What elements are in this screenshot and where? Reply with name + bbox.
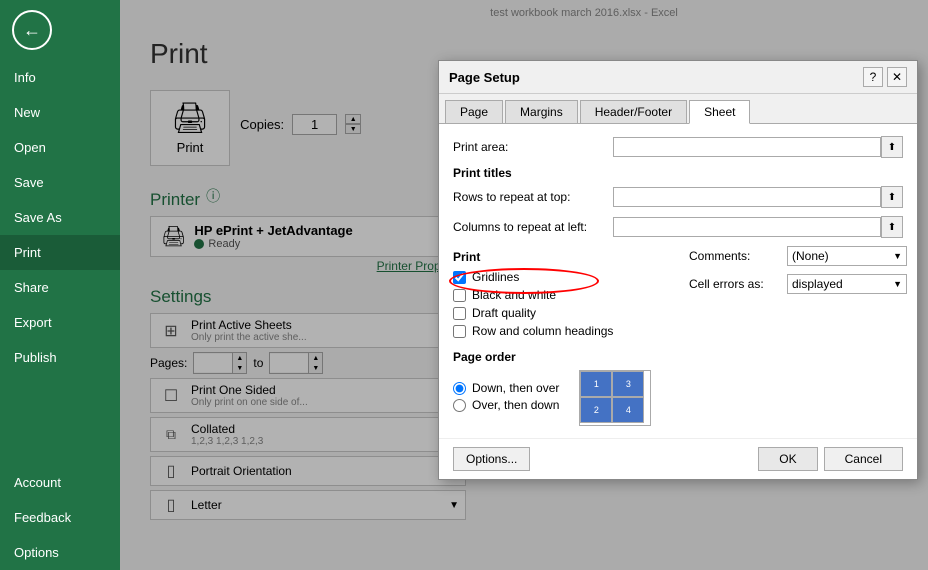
over-then-down-label: Over, then down bbox=[472, 398, 559, 412]
dialog-footer: Options... OK Cancel bbox=[439, 438, 917, 479]
page-order-label: Page order bbox=[453, 350, 903, 364]
cols-repeat-row: Columns to repeat at left: ⬆ bbox=[453, 216, 903, 238]
dialog-overlay: Page Setup ? ✕ Page Margins Header/Foote… bbox=[120, 0, 928, 570]
rows-repeat-label: Rows to repeat at top: bbox=[453, 190, 613, 204]
print-section-label: Print bbox=[453, 250, 653, 264]
sidebar-item-feedback[interactable]: Feedback bbox=[0, 500, 120, 535]
sidebar-item-publish[interactable]: Publish bbox=[0, 340, 120, 375]
comments-select[interactable]: (None) ▼ bbox=[787, 246, 907, 266]
draft-quality-checkbox[interactable] bbox=[453, 307, 466, 320]
gridlines-label: Gridlines bbox=[472, 270, 519, 284]
comments-label: Comments: bbox=[689, 249, 779, 263]
tab-page[interactable]: Page bbox=[445, 100, 503, 123]
over-then-down-radio[interactable] bbox=[453, 399, 466, 412]
comments-row: Comments: (None) ▼ bbox=[689, 246, 907, 266]
black-white-checkbox[interactable] bbox=[453, 289, 466, 302]
order-cell-2: 3 bbox=[612, 371, 644, 397]
sidebar-item-account[interactable]: Account bbox=[0, 465, 120, 500]
sidebar-item-info[interactable]: Info bbox=[0, 60, 120, 95]
cols-repeat-input[interactable] bbox=[613, 217, 881, 237]
cols-repeat-label: Columns to repeat at left: bbox=[453, 220, 613, 234]
dialog-body: Print area: ⬆ Print titles Rows to repea… bbox=[439, 124, 917, 438]
order-cell-3: 2 bbox=[580, 397, 612, 423]
dialog-help-button[interactable]: ? bbox=[863, 67, 883, 87]
sidebar-item-export[interactable]: Export bbox=[0, 305, 120, 340]
sidebar: ← Info New Open Save Save As Print Share… bbox=[0, 0, 120, 570]
down-then-over-label: Down, then over bbox=[472, 381, 559, 395]
dialog-tabs: Page Margins Header/Footer Sheet bbox=[439, 94, 917, 124]
tab-header-footer[interactable]: Header/Footer bbox=[580, 100, 687, 123]
rows-repeat-row: Rows to repeat at top: ⬆ bbox=[453, 186, 903, 208]
sidebar-item-share[interactable]: Share bbox=[0, 270, 120, 305]
order-cell-1: 1 bbox=[580, 371, 612, 397]
black-white-label: Black and white bbox=[472, 288, 556, 302]
options-button[interactable]: Options... bbox=[453, 447, 530, 471]
cell-errors-row: Cell errors as: displayed ▼ bbox=[689, 274, 907, 294]
black-white-row[interactable]: Black and white bbox=[453, 288, 653, 302]
row-col-headings-label: Row and column headings bbox=[472, 324, 613, 338]
ok-button[interactable]: OK bbox=[758, 447, 817, 471]
comments-value: (None) bbox=[792, 249, 829, 263]
sidebar-item-print[interactable]: Print bbox=[0, 235, 120, 270]
gridlines-checkbox[interactable] bbox=[453, 271, 466, 284]
print-area-label: Print area: bbox=[453, 140, 613, 154]
over-then-down-row[interactable]: Over, then down bbox=[453, 398, 559, 412]
rows-repeat-btn[interactable]: ⬆ bbox=[881, 186, 903, 208]
order-cell-4: 4 bbox=[612, 397, 644, 423]
page-order-diagram: 1 3 2 4 bbox=[579, 370, 651, 426]
comments-arrow: ▼ bbox=[893, 251, 902, 261]
print-checkboxes-section: Print Gridlines Black and white bbox=[453, 246, 653, 342]
print-titles-label: Print titles bbox=[453, 166, 903, 180]
cell-errors-select[interactable]: displayed ▼ bbox=[787, 274, 907, 294]
back-button[interactable]: ← bbox=[12, 10, 52, 50]
dialog-close-button[interactable]: ✕ bbox=[887, 67, 907, 87]
sidebar-item-options[interactable]: Options bbox=[0, 535, 120, 570]
sidebar-item-new[interactable]: New bbox=[0, 95, 120, 130]
cancel-button[interactable]: Cancel bbox=[824, 447, 903, 471]
sidebar-item-save[interactable]: Save bbox=[0, 165, 120, 200]
print-area-input[interactable] bbox=[613, 137, 881, 157]
down-then-over-row[interactable]: Down, then over bbox=[453, 381, 559, 395]
draft-quality-label: Draft quality bbox=[472, 306, 536, 320]
dialog-titlebar: Page Setup ? ✕ bbox=[439, 61, 917, 94]
cell-errors-value: displayed bbox=[792, 277, 843, 291]
print-area-btn[interactable]: ⬆ bbox=[881, 136, 903, 158]
dialog-title: Page Setup bbox=[449, 70, 520, 85]
sidebar-item-save-as[interactable]: Save As bbox=[0, 200, 120, 235]
row-col-headings-row[interactable]: Row and column headings bbox=[453, 324, 653, 338]
tab-sheet[interactable]: Sheet bbox=[689, 100, 750, 124]
comments-errors-section: Comments: (None) ▼ Cell errors as: displ… bbox=[689, 246, 907, 342]
row-col-headings-checkbox[interactable] bbox=[453, 325, 466, 338]
draft-quality-row[interactable]: Draft quality bbox=[453, 306, 653, 320]
page-order-radios: Down, then over Over, then down bbox=[453, 381, 559, 415]
print-area-row: Print area: ⬆ bbox=[453, 136, 903, 158]
cell-errors-arrow: ▼ bbox=[893, 279, 902, 289]
page-setup-dialog: Page Setup ? ✕ Page Margins Header/Foote… bbox=[438, 60, 918, 480]
page-order-section: Page order Down, then over Over, then do… bbox=[453, 350, 903, 426]
cell-errors-label: Cell errors as: bbox=[689, 277, 779, 291]
main-content: test workbook march 2016.xlsx - Excel Pr… bbox=[120, 0, 928, 570]
rows-repeat-input[interactable] bbox=[613, 187, 881, 207]
cols-repeat-btn[interactable]: ⬆ bbox=[881, 216, 903, 238]
down-then-over-radio[interactable] bbox=[453, 382, 466, 395]
gridlines-row[interactable]: Gridlines bbox=[453, 270, 653, 284]
sidebar-item-open[interactable]: Open bbox=[0, 130, 120, 165]
back-icon: ← bbox=[23, 20, 41, 41]
tab-margins[interactable]: Margins bbox=[505, 100, 578, 123]
